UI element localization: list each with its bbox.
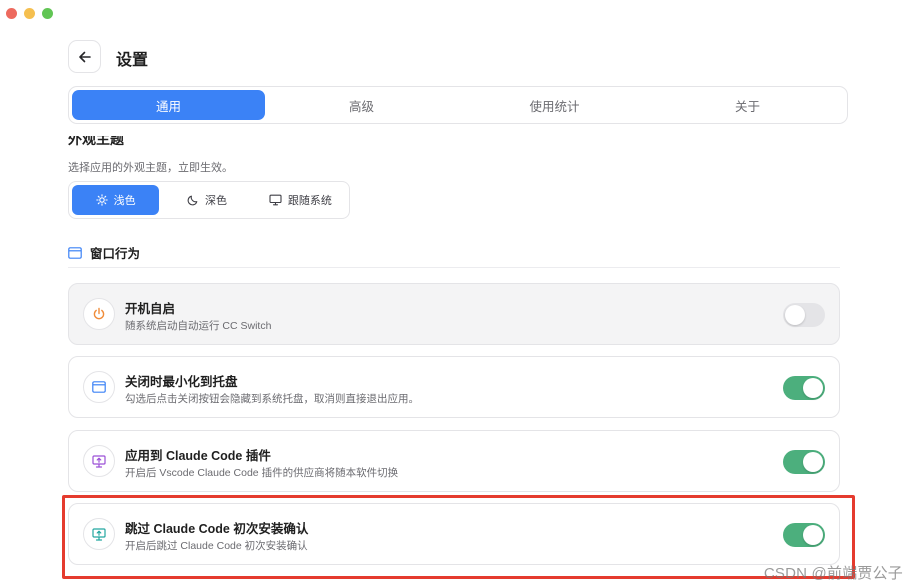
setting-minimize-to-tray: 关闭时最小化到托盘 勾选后点击关闭按钮会隐藏到系统托盘，取消则直接退出应用。 [68,356,840,418]
theme-dark-label: 深色 [205,195,228,207]
settings-tabs: 通用 高级 使用统计 关于 [68,86,848,124]
close-window-button[interactable] [6,8,17,19]
theme-dark-button[interactable]: 深色 [163,185,250,215]
setting-description: 随系统启动自动运行 CC Switch [125,320,272,332]
setting-icon-badge [83,371,115,403]
settings-window: 设置 通用 高级 使用统计 关于 外观主题 选择应用的外观主题，立即生效。 浅色… [0,0,909,587]
setting-description: 开启后 Vscode Claude Code 插件的供应商将随本软件切换 [125,467,399,479]
page-title: 设置 [116,52,149,69]
moon-icon [187,195,198,206]
setting-icon-badge [83,445,115,477]
toggle-knob [785,305,805,325]
window-icon [68,246,82,259]
appearance-description: 选择应用的外观主题，立即生效。 [68,162,233,174]
tab-usage-stats[interactable]: 使用统计 [458,90,651,120]
zoom-window-button[interactable] [42,8,53,19]
launch-at-login-toggle[interactable] [783,303,825,327]
power-icon [93,307,105,320]
toggle-knob [803,452,823,472]
theme-light-button[interactable]: 浅色 [72,185,160,215]
theme-system-label: 跟随系统 [287,195,332,207]
setting-launch-at-login: 开机自启 随系统启动自动运行 CC Switch [68,283,840,345]
window-controls [6,8,53,19]
window-behavior-title: 窗口行为 [90,247,141,261]
tab-advanced[interactable]: 高级 [265,90,458,120]
setting-apply-to-plugin: 应用到 Claude Code 插件 开启后 Vscode Claude Cod… [68,430,840,492]
minimize-window-button[interactable] [24,8,35,19]
theme-selector: 浅色 深色 跟随系统 [68,181,350,219]
minimize-to-tray-toggle[interactable] [783,376,825,400]
window-behavior-heading: 窗口行为 [68,243,140,262]
sun-icon [95,194,108,206]
monitor-icon [269,194,282,206]
tab-about[interactable]: 关于 [651,90,844,120]
section-divider [68,267,840,268]
back-button[interactable] [68,40,101,73]
appearance-heading-text: 外观主题 [68,136,124,147]
tab-general[interactable]: 通用 [72,90,265,120]
appearance-section-heading: 外观主题 [68,136,188,148]
toggle-knob [803,378,823,398]
setting-title: 应用到 Claude Code 插件 [125,449,271,463]
theme-system-button[interactable]: 跟随系统 [255,185,346,215]
arrow-left-icon [78,51,91,62]
apply-to-plugin-toggle[interactable] [783,450,825,474]
monitor-upload-icon [92,454,106,468]
window-icon [92,381,106,393]
watermark: CSDN @前端贾公子 [763,565,903,582]
theme-light-label: 浅色 [113,195,136,207]
setting-title: 关闭时最小化到托盘 [125,375,238,389]
setting-icon-badge [83,298,115,330]
setting-description: 勾选后点击关闭按钮会隐藏到系统托盘，取消则直接退出应用。 [125,393,419,405]
annotation-highlight-box [62,495,855,579]
setting-title: 开机自启 [125,302,176,316]
